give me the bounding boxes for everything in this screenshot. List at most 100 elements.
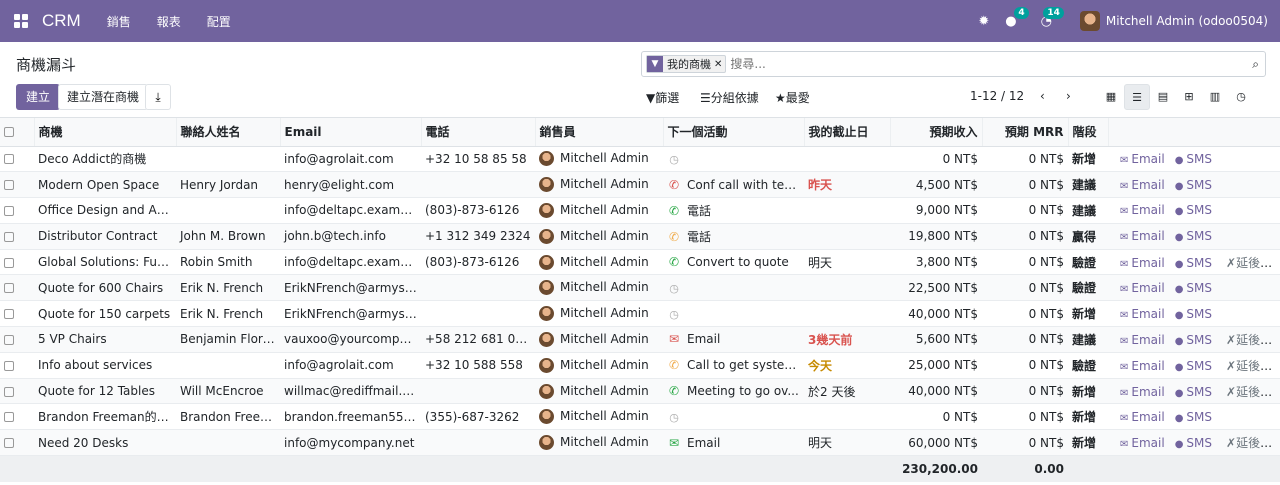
col-expected-mrr[interactable]: 預期 MRR [981,118,1068,147]
email-action-button[interactable]: ✉ Email [1120,178,1165,192]
next-activity[interactable]: ◷ [663,275,804,301]
opportunity-name[interactable]: Global Solutions: Fur... [34,249,176,275]
next-activity[interactable]: ◷ [663,301,804,327]
snooze-button[interactable]: ✗延後7天 [1226,436,1280,450]
pager-previous-icon[interactable]: ‹ [1040,89,1045,103]
sms-action-button[interactable]: ● SMS [1175,359,1212,373]
download-icon[interactable]: ⤓ [145,84,171,110]
search-input[interactable] [730,57,1253,71]
create-lead-button[interactable]: 建立潛在商機 [58,84,149,110]
opportunity-name[interactable]: Deco Addict的商機 [34,146,176,172]
phone-icon[interactable]: ✆ [667,204,681,218]
calendar-view-icon[interactable]: ▤ [1150,84,1176,110]
row-checkbox[interactable] [0,378,34,404]
graph-view-icon[interactable]: ▥ [1202,84,1228,110]
next-activity[interactable]: ✆ Call to get system... [663,352,804,378]
row-checkbox[interactable] [0,430,34,456]
next-activity[interactable]: ✆ Conf call with tec... [663,172,804,198]
sms-action-button[interactable]: ● SMS [1175,203,1212,217]
snooze-button[interactable]: ✗延後7天 [1226,256,1280,270]
table-row[interactable]: 5 VP Chairs Benjamin Flores vauxoo@yourcom… [0,326,1280,353]
phone-icon[interactable]: ✆ [667,384,681,398]
row-checkbox[interactable] [0,172,34,198]
group-by-button[interactable]: ☰分組依據 [700,89,759,106]
next-activity[interactable]: ✆ Convert to quote [663,249,804,275]
email-action-button[interactable]: ✉ Email [1120,333,1165,347]
row-checkbox[interactable] [0,198,34,224]
opportunity-name[interactable]: Quote for 12 Tables [34,378,176,404]
table-row[interactable]: Quote for 150 carpets Erik N. French ErikN… [0,300,1280,327]
sms-action-button[interactable]: ● SMS [1175,436,1212,450]
select-all-checkbox[interactable] [0,118,34,147]
opportunity-name[interactable]: Distributor Contract [34,223,176,249]
activity-clock-icon[interactable]: ◷ [667,282,681,295]
sms-action-button[interactable]: ● SMS [1175,410,1212,424]
phone-icon[interactable]: ✆ [667,255,681,269]
email-action-button[interactable]: ✉ Email [1120,307,1165,321]
email-action-button[interactable]: ✉ Email [1120,229,1165,243]
email-action-button[interactable]: ✉ Email [1120,359,1165,373]
sms-action-button[interactable]: ● SMS [1175,307,1212,321]
row-checkbox[interactable] [0,249,34,275]
col-next-activity[interactable]: 下一個活動 [662,118,804,147]
phone-icon[interactable]: ✆ [667,358,681,372]
opportunity-name[interactable]: Quote for 150 carpets [34,301,176,327]
envelope-icon[interactable]: ✉ [667,436,681,450]
col-contact-name[interactable]: 聯絡人姓名 [175,118,280,147]
next-activity[interactable]: ✉ Email [663,430,804,456]
pager-next-icon[interactable]: › [1066,89,1071,103]
apps-menu-icon[interactable] [14,14,28,28]
opportunity-name[interactable]: Brandon Freeman的商機 [34,404,176,430]
activity-clock-icon[interactable]: ◷ [667,411,681,424]
activity-clock-icon[interactable]: ◷ [667,308,681,321]
row-checkbox[interactable] [0,301,34,327]
opportunity-name[interactable]: 5 VP Chairs [34,327,176,353]
table-row[interactable]: Modern Open Space Henry Jordan henry@eligh… [0,171,1280,198]
next-activity[interactable]: ◷ [663,146,804,172]
opportunity-name[interactable]: Need 20 Desks [34,430,176,456]
email-action-button[interactable]: ✉ Email [1120,385,1165,399]
row-checkbox[interactable] [0,404,34,430]
table-row[interactable]: Info about services info@agrolait.com +32 … [0,352,1280,379]
email-action-button[interactable]: ✉ Email [1120,410,1165,424]
table-row[interactable]: Distributor Contract John M. Brown john.b@… [0,223,1280,250]
col-salesperson[interactable]: 銷售員 [534,118,663,147]
col-deadline[interactable]: 我的截止日 [803,118,890,147]
favorites-button[interactable]: ★最愛 [775,89,810,106]
row-checkbox[interactable] [0,352,34,378]
facet-remove-icon[interactable]: ✕ [714,59,725,70]
messages-icon[interactable]: ● 4 [1005,6,1029,29]
app-name[interactable]: CRM [42,11,81,31]
activity-clock-icon[interactable]: ◷ [667,153,681,166]
search-bar[interactable]: ▼ 我的商機 ✕ ⌕ [641,51,1266,77]
pivot-view-icon[interactable]: ⊞ [1176,84,1202,110]
sms-action-button[interactable]: ● SMS [1175,333,1212,347]
opportunity-name[interactable]: Info about services [34,352,176,378]
table-row[interactable]: Deco Addict的商機 info@agrolait.com +32 10 58… [0,146,1280,172]
activities-clock-icon[interactable]: ◔ 14 [1041,6,1064,29]
table-row[interactable]: Quote for 600 Chairs Erik N. French ErikNF… [0,274,1280,301]
sms-action-button[interactable]: ● SMS [1175,281,1212,295]
debug-bug-icon[interactable]: ✹ [978,14,989,29]
table-row[interactable]: Need 20 Desks info@mycompany.net Mitchell … [0,429,1280,456]
email-action-button[interactable]: ✉ Email [1120,256,1165,270]
row-checkbox[interactable] [0,223,34,249]
filters-button[interactable]: ▼篩選 [646,89,679,106]
table-row[interactable]: Brandon Freeman的商機 Brandon Freeman brandon… [0,403,1280,430]
snooze-button[interactable]: ✗延後7天 [1226,333,1280,347]
menu-sales[interactable]: 銷售 [107,13,131,30]
create-button[interactable]: 建立 [16,84,61,110]
activity-view-icon[interactable]: ◷ [1228,84,1254,110]
email-action-button[interactable]: ✉ Email [1120,203,1165,217]
email-action-button[interactable]: ✉ Email [1120,436,1165,450]
col-expected-revenue[interactable]: 預期收入 [889,118,982,147]
sms-action-button[interactable]: ● SMS [1175,385,1212,399]
user-menu[interactable]: Mitchell Admin (odoo0504) [1079,11,1268,31]
table-row[interactable]: Quote for 12 Tables Will McEncroe willmac@… [0,378,1280,404]
snooze-button[interactable]: ✗延後7天 [1226,359,1280,373]
next-activity[interactable]: ✉ Email [663,327,804,353]
phone-icon[interactable]: ✆ [667,230,681,244]
pager-value[interactable]: 1-12 / 12 [970,89,1024,103]
phone-icon[interactable]: ✆ [667,178,681,192]
table-row[interactable]: Office Design and Arc... info@deltapc.exa… [0,197,1280,224]
